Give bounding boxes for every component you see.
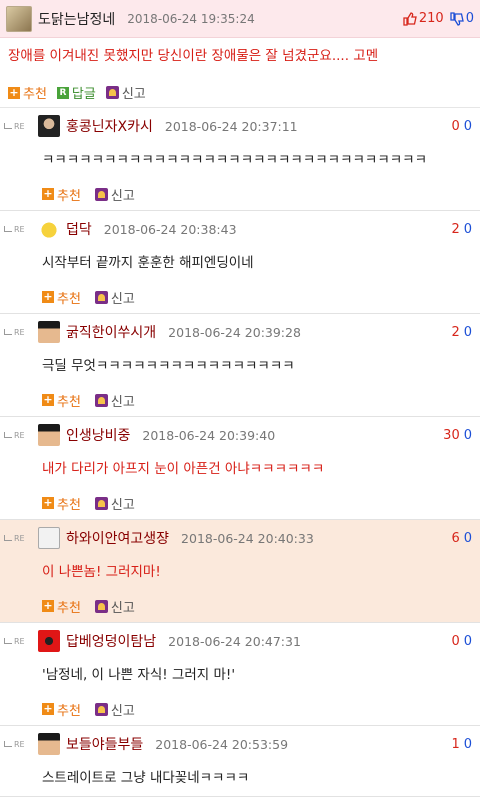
report-button[interactable]: 신고 [94,288,135,307]
thumbs-up-icon[interactable] [403,11,417,26]
recommend-label: 추천 [23,87,47,102]
reply-author[interactable]: 홍콩닌자X카시 [66,116,153,136]
upvote-count: 210 [418,11,444,26]
thumbs-down-icon[interactable] [450,11,464,26]
plus-icon: + [42,702,54,715]
reply-time: 2018-06-24 20:38:43 [103,221,237,237]
report-label: 신고 [121,87,146,102]
reply-item: RE 홍콩닌자X카시 2018-06-24 20:37:11 00 ㅋㅋㅋㅋㅋㅋ… [0,108,480,211]
siren-icon [105,86,119,99]
reply-item: RE 인생낭비중 2018-06-24 20:39:40 30 0 내가 다리가 … [0,417,480,520]
reply-author[interactable]: 덥닥 [66,219,92,239]
reply-body: '남정네, 이 나쁜 자식! 그러지 마!' [42,667,236,683]
post-body: 장애를 이겨내진 못했지만 당신이란 장애물은 잘 넘겼군요.... 고멘 [8,48,379,64]
reply-item: RE 굵직한이쑤시개 2018-06-24 20:39:28 20 극딜 무엇ㅋ… [0,314,480,417]
recommend-button[interactable]: + 추천 [42,700,81,719]
reply-author[interactable]: 인생낭비중 [66,425,130,445]
reply-author[interactable]: 답베엉덩이탐남 [66,631,156,651]
reply-body: 극딜 무엇ㅋㅋㅋㅋㅋㅋㅋㅋㅋㅋㅋㅋㅋㅋㅋㅋ [42,358,295,374]
reply-arrow-icon: RE [4,534,38,543]
plus-icon: + [8,85,20,99]
plus-icon: + [42,599,54,612]
reply-body: 이 나쁜놈! 그러지마! [42,564,161,580]
avatar[interactable] [38,733,60,755]
reply-arrow-icon: RE [4,328,38,337]
reply-time: 2018-06-24 20:39:28 [168,324,301,340]
siren-icon [94,393,108,407]
reply-item: RE 덥닥 2018-06-24 20:38:43 20 시작부터 끝까지 훈훈… [0,211,480,314]
siren-icon [94,290,108,304]
avatar[interactable] [38,115,60,137]
plus-icon: + [42,290,54,303]
reply-label: 답글 [71,87,96,102]
reply-arrow-icon: RE [4,225,38,234]
avatar[interactable] [38,424,60,446]
recommend-button[interactable]: + 추천 [42,391,81,410]
reply-arrow-icon: RE [4,431,38,440]
reply-votes[interactable]: 10 [451,737,472,752]
post-time: 2018-06-24 19:35:24 [127,11,255,26]
reply-votes[interactable]: 20 [451,325,472,340]
post-votes: 210 0 [403,11,474,26]
report-button[interactable]: 신고 [94,494,135,513]
reply-item: RE 답베엉덩이탐남 2018-06-24 20:47:31 00 '남정네, … [0,623,480,726]
recommend-button[interactable]: + 추천 [8,83,47,102]
reply-arrow-icon: RE [4,637,38,646]
reply-votes[interactable]: 30 0 [443,428,472,443]
report-button[interactable]: 신고 [94,700,135,719]
plus-icon: + [42,393,54,406]
plus-icon: + [42,187,54,200]
reply-arrow-icon: RE [4,740,38,749]
reply-body: 내가 다리가 아프지 눈이 아픈건 아냐ㅋㅋㅋㅋㅋㅋ [42,461,325,477]
post-author[interactable]: 도닭는남정네 [38,9,115,29]
report-button[interactable]: 신고 [94,391,135,410]
downvote-count: 0 [465,11,474,26]
reply-votes[interactable]: 20 [451,222,472,237]
report-button[interactable]: 신고 [105,83,146,102]
reply-author[interactable]: 하와이안여고생쟝 [66,528,169,548]
reply-time: 2018-06-24 20:39:40 [142,427,276,443]
author-avatar[interactable] [6,5,32,32]
reply-icon: R [56,86,69,99]
reply-body: 스트레이트로 그냥 내다꽂네ㅋㅋㅋㅋ [42,770,250,786]
avatar[interactable] [38,630,60,652]
reply-votes[interactable]: 00 [451,634,472,649]
reply-item: RE 보들야들부들 2018-06-24 20:53:59 10 스트레이트로 … [0,726,480,797]
reply-author[interactable]: 보들야들부들 [66,734,143,754]
reply-body: ㅋㅋㅋㅋㅋㅋㅋㅋㅋㅋㅋㅋㅋㅋㅋㅋㅋㅋㅋㅋㅋㅋㅋㅋㅋㅋㅋㅋㅋㅋㅋ [42,152,428,168]
siren-icon [94,187,108,201]
report-button[interactable]: 신고 [94,597,135,616]
post-actions: + 추천 R 답글 신고 [0,78,480,108]
recommend-button[interactable]: + 추천 [42,494,81,513]
siren-icon [94,496,108,510]
avatar[interactable] [38,527,60,549]
reply-time: 2018-06-24 20:47:31 [168,633,301,649]
plus-icon: + [42,496,54,509]
siren-icon [94,702,108,716]
avatar[interactable] [38,321,60,343]
post-header: 도닭는남정네 2018-06-24 19:35:24 210 0 [0,0,480,38]
report-button[interactable]: 신고 [94,185,135,204]
siren-icon [94,599,108,613]
reply-time: 2018-06-24 20:53:59 [155,736,289,752]
recommend-button[interactable]: + 추천 [42,597,81,616]
reply-author[interactable]: 굵직한이쑤시개 [66,322,156,342]
reply-time: 2018-06-24 20:37:11 [164,118,298,134]
reply-item: RE 하와이안여고생쟝 2018-06-24 20:40:33 60 이 나쁜놈… [0,520,480,623]
reply-time: 2018-06-24 20:40:33 [181,530,314,546]
reply-body: 시작부터 끝까지 훈훈한 해피엔딩이네 [42,255,254,271]
reply-votes[interactable]: 60 [451,531,472,546]
avatar[interactable] [38,218,60,240]
reply-votes[interactable]: 00 [451,119,472,134]
reply-button[interactable]: R 답글 [56,83,96,102]
reply-list: RE 홍콩닌자X카시 2018-06-24 20:37:11 00 ㅋㅋㅋㅋㅋㅋ… [0,108,480,797]
recommend-button[interactable]: + 추천 [42,185,81,204]
recommend-button[interactable]: + 추천 [42,288,81,307]
reply-arrow-icon: RE [4,122,38,131]
